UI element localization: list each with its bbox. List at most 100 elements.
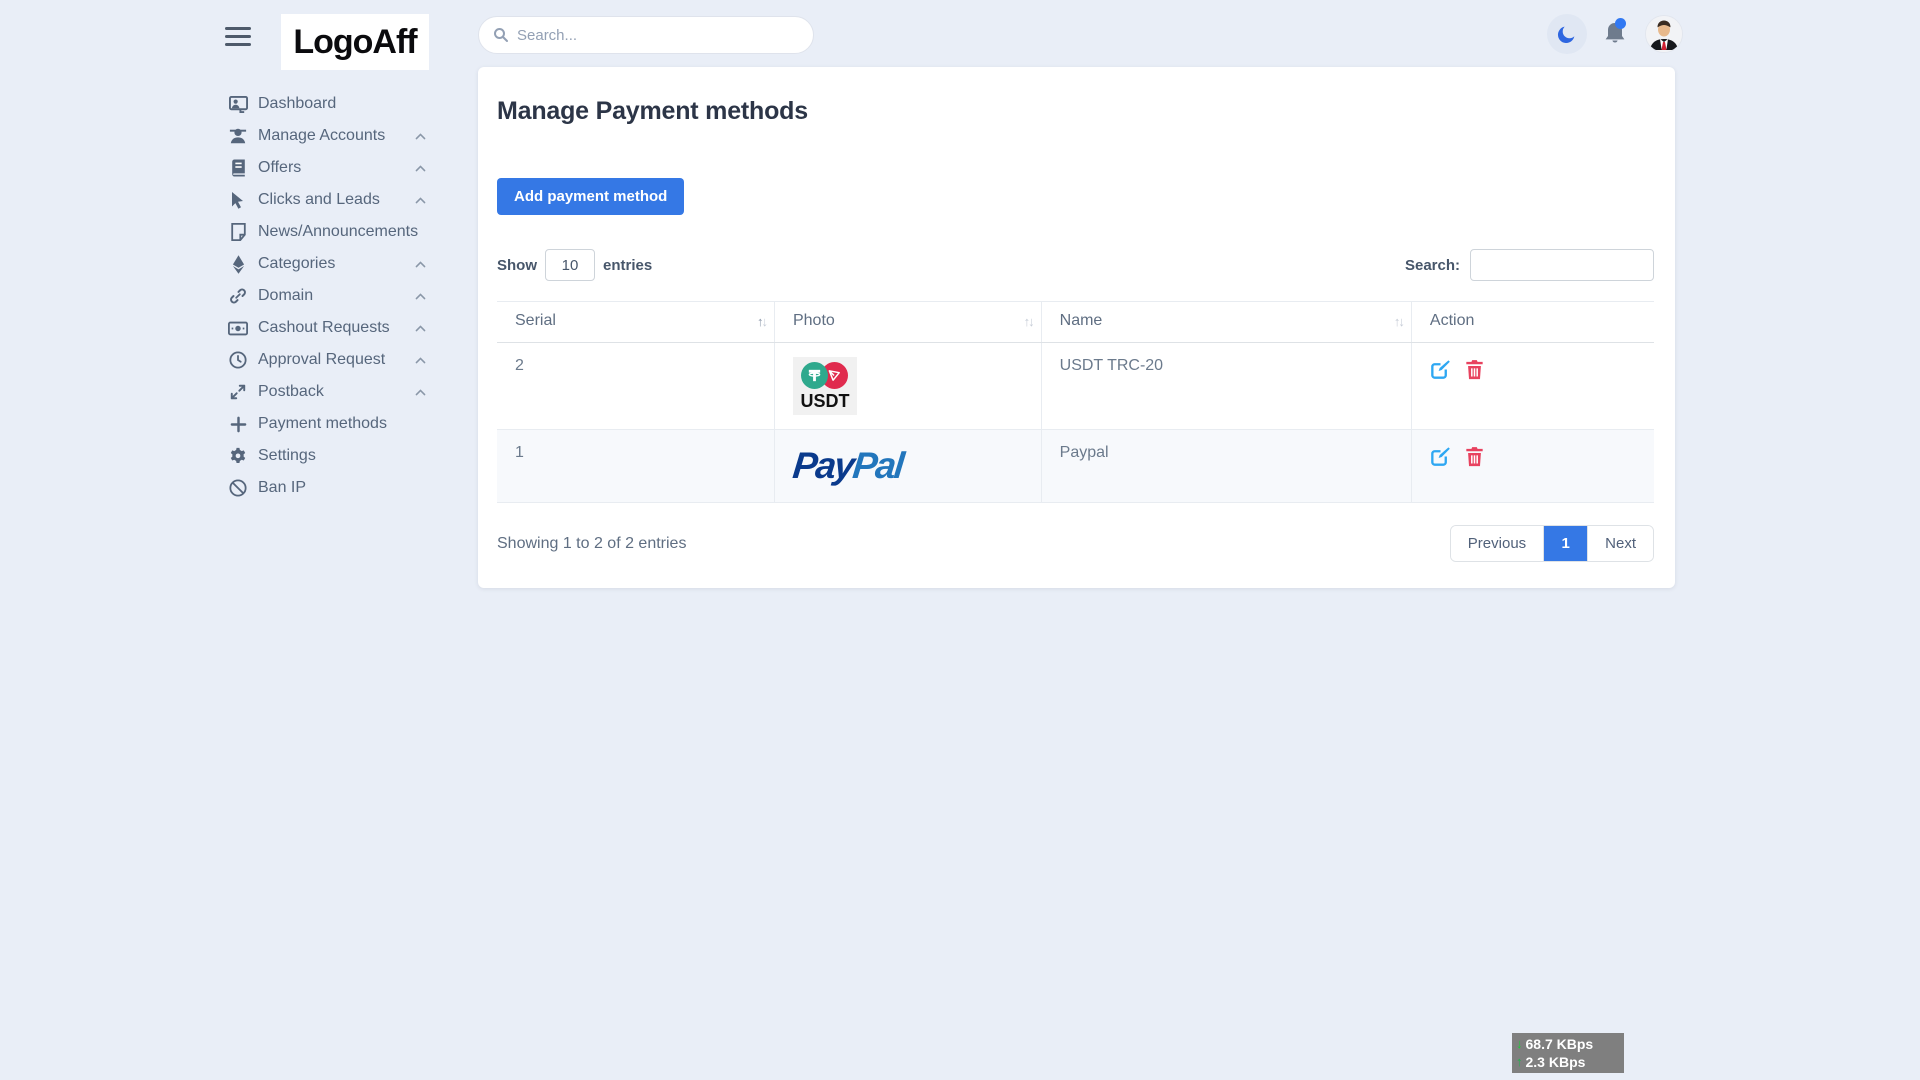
cell-serial: 1 [497,430,774,503]
sidebar-item-domain[interactable]: Domain [0,280,453,312]
global-search-input[interactable] [517,27,799,44]
chevron-up-icon [414,354,427,372]
show-label: Show [497,257,537,274]
sidebar-item-settings[interactable]: Settings [0,440,453,472]
book-icon [228,158,248,178]
ban-icon [228,478,248,498]
column-header-action: Action [1411,302,1654,343]
user-icon [228,126,248,146]
cell-action [1411,343,1654,430]
expand-arrows-icon [228,382,248,402]
dark-mode-toggle[interactable] [1547,14,1587,54]
sidebar-item-cashout-requests[interactable]: Cashout Requests [0,312,453,344]
showing-entries-text: Showing 1 to 2 of 2 entries [497,535,686,553]
sidebar: Dashboard Manage Accounts Offers Clicks … [0,88,453,504]
paypal-logo: PayPal [791,444,1029,488]
upload-arrow-icon: ↑ [1516,1053,1523,1071]
sidebar-item-manage-accounts[interactable]: Manage Accounts [0,120,453,152]
money-bill-icon [228,318,248,338]
table-row: 2 USDT USDT TRC-20 [497,343,1654,430]
note-icon [228,222,248,242]
user-avatar[interactable] [1645,15,1683,53]
cell-action [1411,430,1654,503]
add-payment-method-button[interactable]: Add payment method [497,178,684,215]
table-search-input[interactable] [1470,249,1654,281]
chevron-up-icon [414,162,427,180]
table-row: 1 PayPal Paypal [497,430,1654,503]
sidebar-item-postback[interactable]: Postback [0,376,453,408]
hamburger-menu-icon[interactable] [225,27,251,46]
usdt-photo-caption: USDT [795,391,855,412]
bell-icon [1601,17,1629,49]
plus-icon [228,414,248,434]
sidebar-item-news-announcements[interactable]: News/Announcements [0,216,453,248]
sort-icon[interactable]: ↑↓ [757,314,766,329]
sidebar-item-label: Payment methods [258,415,387,433]
column-header-name[interactable]: Name ↑↓ [1041,302,1411,343]
chevron-up-icon [414,322,427,340]
pagination-previous-button[interactable]: Previous [1451,526,1544,561]
cell-serial: 2 [497,343,774,430]
notifications-button[interactable] [1601,17,1631,51]
sidebar-item-label: News/Announcements [258,223,418,241]
edit-icon[interactable] [1430,446,1451,467]
download-speed: 68.7 KBps [1526,1035,1594,1053]
sidebar-item-ban-ip[interactable]: Ban IP [0,472,453,504]
pagination-page-1-button[interactable]: 1 [1544,526,1588,561]
upload-speed: 2.3 KBps [1526,1053,1586,1071]
gear-icon [228,446,248,466]
sidebar-item-clicks-and-leads[interactable]: Clicks and Leads [0,184,453,216]
chevron-up-icon [414,258,427,276]
edit-icon[interactable] [1430,359,1451,380]
ethereum-icon [228,254,248,274]
sidebar-item-dashboard[interactable]: Dashboard [0,88,453,120]
network-speed-widget: ↓ 68.7 KBps ↑ 2.3 KBps [1512,1033,1624,1073]
cell-name: USDT TRC-20 [1041,343,1411,430]
global-search [478,16,814,54]
sidebar-item-offers[interactable]: Offers [0,152,453,184]
chevron-up-icon [414,130,427,148]
sidebar-item-categories[interactable]: Categories [0,248,453,280]
sidebar-item-payment-methods[interactable]: Payment methods [0,408,453,440]
sidebar-item-label: Offers [258,159,301,177]
avatar-image [1646,16,1682,52]
payment-methods-table: Serial ↑↓ Photo ↑↓ Name ↑↓ Action 2 [497,301,1654,503]
sidebar-item-label: Dashboard [258,95,336,113]
entries-count-select[interactable] [545,249,595,281]
chevron-up-icon [414,290,427,308]
column-header-photo[interactable]: Photo ↑↓ [774,302,1041,343]
sort-icon[interactable]: ↑↓ [1394,314,1403,329]
app-logo[interactable]: LogoAff [281,14,429,70]
sidebar-item-label: Approval Request [258,351,385,369]
page-title: Manage Payment methods [497,97,1654,126]
content-card: Manage Payment methods Add payment metho… [478,67,1675,588]
delete-icon[interactable] [1465,359,1484,380]
usdt-trc20-logo: USDT [793,357,857,415]
table-controls: Show entries Search: [497,249,1654,281]
clock-icon [228,350,248,370]
chevron-up-icon [414,194,427,212]
topbar: LogoAff [0,0,1920,72]
entries-label: entries [603,257,652,274]
table-search-label: Search: [1405,257,1460,274]
search-icon [493,27,509,43]
download-arrow-icon: ↓ [1516,1035,1523,1053]
sort-icon[interactable]: ↑↓ [1024,314,1033,329]
sidebar-item-label: Clicks and Leads [258,191,380,209]
sidebar-item-label: Postback [258,383,324,401]
sidebar-item-approval-request[interactable]: Approval Request [0,344,453,376]
sidebar-item-label: Ban IP [258,479,306,497]
cell-photo: PayPal [774,430,1041,503]
column-header-serial[interactable]: Serial ↑↓ [497,302,774,343]
sidebar-item-label: Categories [258,255,335,273]
cell-photo: USDT [774,343,1041,430]
moon-icon [1556,23,1578,45]
delete-icon[interactable] [1465,446,1484,467]
sidebar-item-label: Domain [258,287,313,305]
cell-name: Paypal [1041,430,1411,503]
pagination: Previous 1 Next [1450,525,1654,562]
mouse-pointer-icon [228,190,248,210]
pagination-next-button[interactable]: Next [1588,526,1653,561]
link-icon [228,286,248,306]
sidebar-item-label: Settings [258,447,316,465]
